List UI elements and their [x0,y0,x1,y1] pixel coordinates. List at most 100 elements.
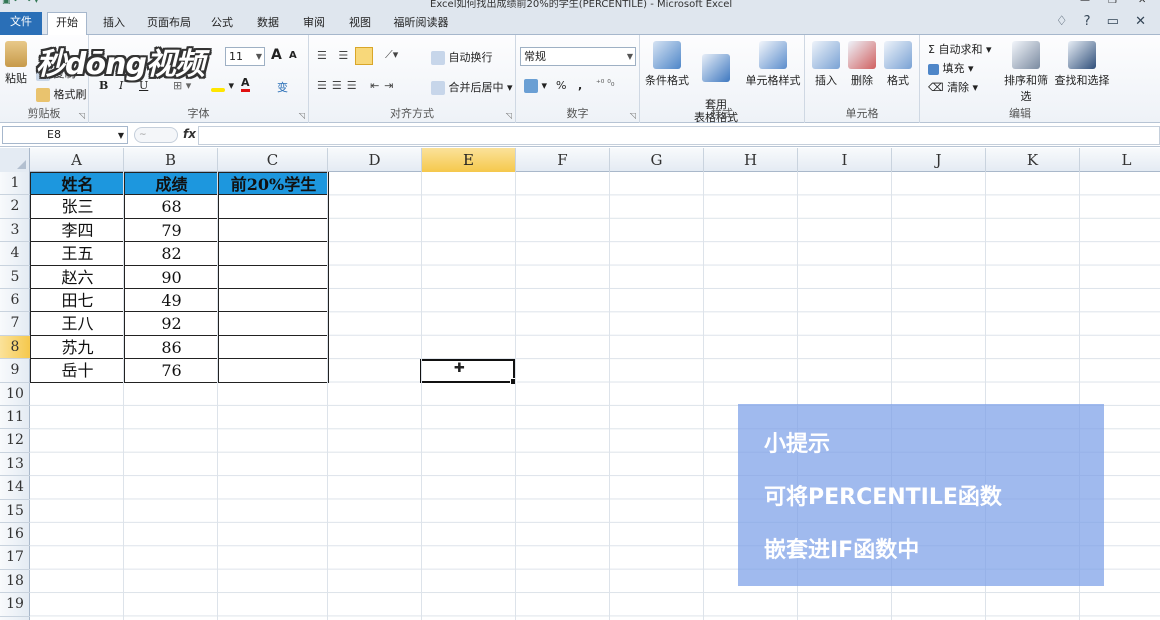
dialog-launcher-icon[interactable]: ◹ [79,111,85,120]
tab-data[interactable]: 数据 [250,13,286,35]
header-cell[interactable]: 姓名 [30,172,125,196]
currency-button[interactable]: ▾ [524,79,547,93]
row-header-11[interactable]: 11 [0,406,30,430]
row-header-9[interactable]: 9 [0,359,30,383]
row-header-3[interactable]: 3 [0,219,30,243]
row-header-17[interactable]: 17 [0,546,30,570]
table-cell[interactable]: 68 [124,195,219,219]
row-header-13[interactable]: 13 [0,453,30,477]
table-cell[interactable]: 49 [124,289,219,313]
column-header-e[interactable]: E [422,148,516,172]
font-color-button[interactable]: A [241,77,250,92]
column-header-k[interactable]: K [986,148,1080,172]
row-header-6[interactable]: 6 [0,289,30,313]
tab-insert[interactable]: 插入 [96,13,132,35]
table-cell[interactable]: 79 [124,218,219,243]
number-format-select[interactable]: 常规 ▼ [520,47,636,66]
find-select-button[interactable]: 查找和选择 [1054,41,1110,88]
table-cell[interactable] [218,359,329,383]
insert-cells-button[interactable]: 插入 [809,41,843,88]
format-painter-button[interactable]: 格式刷 [36,86,87,102]
shrink-font-button[interactable]: A [289,50,297,61]
row-header-18[interactable]: 18 [0,570,30,594]
table-cell[interactable]: 田七 [30,289,125,313]
comma-button[interactable]: , [578,79,582,92]
row-header-4[interactable]: 4 [0,242,30,266]
header-cell[interactable]: 成绩 [124,172,219,196]
table-cell[interactable]: 张三 [30,195,125,219]
table-cell[interactable] [218,335,329,360]
column-header-g[interactable]: G [610,148,704,172]
tab-review[interactable]: 审阅 [296,13,332,35]
row-header-1[interactable]: 1 [0,172,30,196]
conditional-format-button[interactable]: 条件格式 [644,41,690,88]
autosum-button[interactable]: Σ 自动求和 ▾ [928,41,991,57]
column-header-b[interactable]: B [124,148,218,172]
row-header-14[interactable]: 14 [0,476,30,500]
horizontal-align-icons[interactable]: ☰☰☰ ⇤⇥ [317,79,399,92]
column-header-f[interactable]: F [516,148,610,172]
dialog-launcher-icon[interactable]: ◹ [506,111,512,120]
orientation-icon[interactable]: ⟋▾ [385,48,398,62]
table-cell[interactable]: 76 [124,359,219,383]
row-header-2[interactable]: 2 [0,195,30,219]
column-header-h[interactable]: H [704,148,798,172]
dialog-launcher-icon[interactable]: ◹ [299,111,305,120]
column-header-j[interactable]: J [892,148,986,172]
table-cell[interactable]: 92 [124,312,219,336]
table-cell[interactable]: 赵六 [30,265,125,289]
wrap-text-button[interactable]: 自动换行 [431,49,493,65]
row-header-12[interactable]: 12 [0,429,30,453]
tab-page-layout[interactable]: 页面布局 [142,13,196,35]
help-icon[interactable]: ♢ ? ▭ ✕ [1056,14,1152,29]
phonetic-button[interactable]: 变 [277,79,288,95]
row-header-7[interactable]: 7 [0,312,30,336]
tab-home[interactable]: 开始 [47,12,87,36]
tab-formulas[interactable]: 公式 [204,13,240,35]
row-header-15[interactable]: 15 [0,500,30,523]
column-header-c[interactable]: C [218,148,328,172]
table-cell[interactable]: 苏九 [30,335,125,360]
select-all-button[interactable] [0,148,30,172]
column-header-l[interactable]: L [1080,148,1160,172]
table-cell[interactable]: 86 [124,335,219,360]
bottom-align-button[interactable] [355,47,373,65]
column-header-d[interactable]: D [328,148,422,172]
column-header-a[interactable]: A [30,148,124,172]
grow-font-button[interactable]: A [271,47,282,63]
active-cell[interactable] [420,359,517,386]
column-header-i[interactable]: I [798,148,892,172]
paste-button[interactable]: 粘贴 [2,41,30,86]
fill-color-button[interactable]: ▾ [211,79,234,92]
maximize-button[interactable]: ❐ [1108,0,1117,6]
clear-button[interactable]: ⌫ 清除 ▾ [928,79,978,95]
font-size-select[interactable]: 11 ▼ [225,47,265,66]
header-cell[interactable]: 前20%学生 [218,172,329,196]
table-cell[interactable] [218,312,329,336]
vertical-align-icons[interactable]: ☰ ☰ [317,49,352,62]
dialog-launcher-icon[interactable]: ◹ [630,111,636,120]
table-cell[interactable]: 李四 [30,218,125,243]
merge-center-button[interactable]: 合并后居中 ▾ [431,79,513,95]
minimize-button[interactable]: — [1080,0,1090,6]
sort-filter-button[interactable]: 排序和筛选 [1000,41,1052,104]
fill-button[interactable]: 填充 ▾ [928,60,974,76]
table-cell[interactable] [218,265,329,289]
table-cell[interactable]: 82 [124,242,219,266]
table-cell[interactable] [218,195,329,219]
close-button[interactable]: ✕ [1138,0,1146,6]
format-cells-button[interactable]: 格式 [881,41,915,88]
tab-file[interactable]: 文件 [0,12,42,35]
formula-input[interactable] [198,126,1160,145]
row-header-10[interactable]: 10 [0,383,30,406]
tab-view[interactable]: 视图 [342,13,378,35]
decimal-buttons[interactable]: ⁺⁰ ⁰₀ [596,79,614,89]
cell-styles-button[interactable]: 单元格样式 [744,41,802,88]
quick-access-toolbar[interactable]: ▣ ↶ ↷ ▾ [2,0,39,6]
table-cell[interactable]: 90 [124,265,219,289]
row-header-16[interactable]: 16 [0,523,30,547]
row-header-19[interactable]: 19 [0,593,30,617]
row-header-8[interactable]: 8 [0,335,30,360]
table-cell[interactable]: 王五 [30,242,125,266]
tab-foxit-reader[interactable]: 福昕阅读器 [388,13,454,35]
